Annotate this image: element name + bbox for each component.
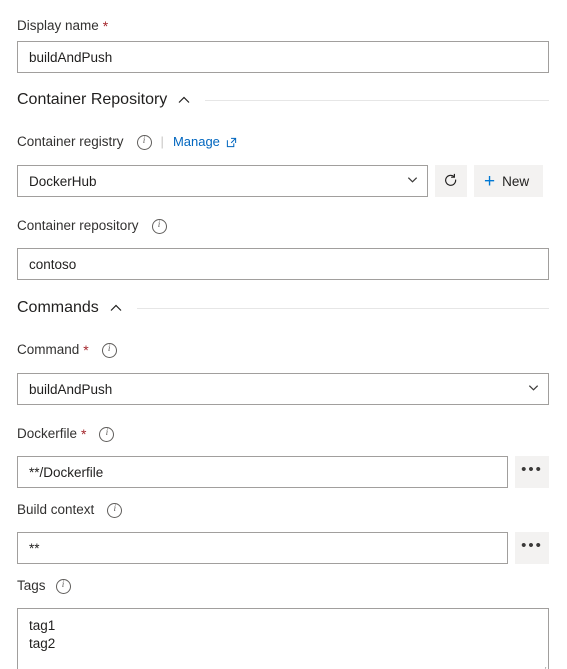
manage-link[interactable]: Manage xyxy=(173,133,237,151)
required-asterisk: * xyxy=(83,342,89,358)
ellipsis-icon: ••• xyxy=(521,537,543,554)
info-icon[interactable]: i xyxy=(136,134,152,150)
command-dropdown[interactable]: buildAndPush xyxy=(17,373,549,405)
info-icon[interactable]: i xyxy=(151,218,167,234)
container-repository-input[interactable]: contoso xyxy=(17,248,549,280)
required-asterisk: * xyxy=(102,18,109,34)
chevron-down-icon xyxy=(527,381,540,397)
info-icon[interactable]: i xyxy=(99,426,115,442)
chevron-down-icon xyxy=(406,173,419,189)
section-title-container-repository: Container Repository xyxy=(17,91,168,108)
build-context-label-row: Build context i xyxy=(17,500,123,520)
info-icon[interactable]: i xyxy=(55,578,71,594)
tags-label-row: Tags i xyxy=(17,576,71,596)
new-registry-button[interactable]: + New xyxy=(474,165,544,197)
dockerfile-input-row: **/Dockerfile ••• xyxy=(17,456,549,488)
command-value: buildAndPush xyxy=(29,381,113,397)
section-title-commands: Commands xyxy=(17,299,99,316)
chevron-up-icon[interactable] xyxy=(109,301,123,315)
tags-input-row xyxy=(17,608,549,669)
chevron-up-icon[interactable] xyxy=(177,93,191,107)
new-registry-label: New xyxy=(502,173,530,189)
info-icon[interactable]: i xyxy=(101,342,117,358)
build-context-browse-button[interactable]: ••• xyxy=(515,532,549,564)
required-asterisk: * xyxy=(81,426,87,442)
task-configuration-form: Display name * buildAndPush Container Re… xyxy=(0,0,567,669)
info-icon[interactable]: i xyxy=(107,502,123,518)
section-header-commands: Commands xyxy=(17,297,549,319)
build-context-input-row: ** ••• xyxy=(17,532,549,564)
command-input-row: buildAndPush xyxy=(17,373,549,405)
dockerfile-label-row: Dockerfile * i xyxy=(17,424,115,444)
container-repository-label: Container repository xyxy=(17,218,139,233)
manage-link-label: Manage xyxy=(172,134,220,149)
section-divider xyxy=(205,99,549,101)
container-repository-value: contoso xyxy=(29,256,77,272)
display-name-label: Display name xyxy=(17,18,99,33)
container-registry-controls: DockerHub + New xyxy=(17,165,544,197)
section-header-container-repository: Container Repository xyxy=(17,89,549,111)
container-registry-value: DockerHub xyxy=(29,173,97,189)
container-repository-input-row: contoso xyxy=(17,248,549,280)
ellipsis-icon: ••• xyxy=(521,461,543,478)
display-name-label-row: Display name * xyxy=(17,16,108,36)
display-name-value: buildAndPush xyxy=(29,49,113,65)
refresh-registry-button[interactable] xyxy=(435,165,467,197)
tags-label: Tags xyxy=(17,578,46,593)
external-link-icon xyxy=(226,137,237,148)
dockerfile-value: **/Dockerfile xyxy=(29,464,104,480)
container-registry-dropdown[interactable]: DockerHub xyxy=(17,165,428,197)
command-label: Command xyxy=(17,342,80,357)
plus-icon: + xyxy=(484,170,496,192)
label-separator: | xyxy=(160,134,164,149)
build-context-input[interactable]: ** xyxy=(17,532,508,564)
dockerfile-browse-button[interactable]: ••• xyxy=(515,456,549,488)
build-context-value: ** xyxy=(29,540,40,556)
container-registry-label: Container registry xyxy=(17,134,124,149)
display-name-input-row: buildAndPush xyxy=(17,41,549,73)
build-context-label: Build context xyxy=(17,502,95,517)
display-name-input[interactable]: buildAndPush xyxy=(17,41,549,73)
command-label-row: Command * i xyxy=(17,340,117,360)
container-repository-label-row: Container repository i xyxy=(17,216,167,236)
container-registry-label-row: Container registry i | Manage xyxy=(17,132,237,152)
section-divider xyxy=(136,307,549,309)
tags-textarea[interactable] xyxy=(17,608,549,669)
dockerfile-label: Dockerfile xyxy=(17,426,78,441)
dockerfile-input[interactable]: **/Dockerfile xyxy=(17,456,508,488)
